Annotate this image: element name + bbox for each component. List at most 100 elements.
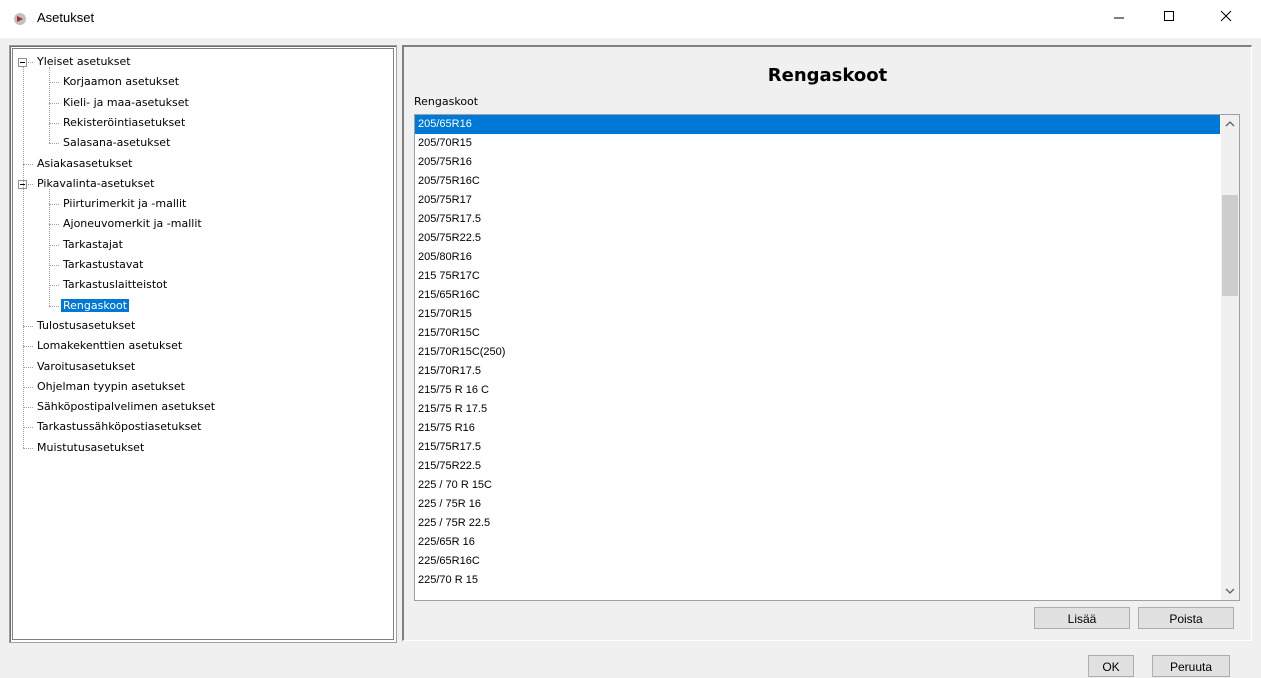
tree-item-label: Kieli- ja maa-asetukset bbox=[63, 95, 189, 109]
tree-connector bbox=[49, 244, 59, 246]
tree-connector bbox=[23, 427, 33, 429]
list-item[interactable]: 215/75 R16 bbox=[415, 419, 1215, 438]
list-item[interactable]: 205/70R15 bbox=[415, 134, 1215, 153]
tree-connector bbox=[49, 122, 59, 124]
tree-connector bbox=[49, 305, 59, 307]
list-scrollbar[interactable] bbox=[1221, 115, 1239, 600]
tree-item[interactable]: Tarkastussähköpostiasetukset bbox=[35, 418, 204, 436]
list-item[interactable]: 215/75R17.5 bbox=[415, 438, 1215, 457]
tree-item-label: Tarkastajat bbox=[63, 237, 123, 251]
tree-item-label: Tarkastustavat bbox=[63, 258, 144, 271]
tree-item[interactable]: Salasana-asetukset bbox=[61, 134, 172, 152]
minimize-icon bbox=[1114, 17, 1124, 19]
close-button[interactable] bbox=[1203, 0, 1249, 32]
tree-item-label: Lomakekenttien asetukset bbox=[37, 339, 183, 353]
tire-sizes-panel: Rengaskoot Rengaskoot 205/65R16 205/70R15… bbox=[402, 45, 1252, 641]
tree-item-label: Tarkastussähköpostiasetukset bbox=[37, 420, 202, 434]
list-item[interactable]: 215/65R16C bbox=[415, 286, 1215, 305]
tree-connector bbox=[49, 224, 59, 226]
remove-button[interactable]: Poista bbox=[1138, 607, 1234, 629]
list-item[interactable]: 225/70 R 15 bbox=[415, 571, 1215, 590]
list-item[interactable]: 215/70R15C bbox=[415, 324, 1215, 343]
tree-item[interactable]: Lomakekenttien asetukset bbox=[35, 337, 184, 355]
close-icon bbox=[1220, 10, 1232, 22]
tree-item-label: Korjaamon asetukset bbox=[63, 75, 180, 89]
tree-item-label: Sähköpostipalvelimen asetukset bbox=[37, 400, 216, 414]
list-item[interactable]: 225/65R16C bbox=[415, 552, 1215, 571]
window-title: Asetukset bbox=[37, 10, 95, 25]
tree-item[interactable]: Piirturimerkit ja -mallit bbox=[61, 195, 188, 213]
maximize-icon bbox=[1164, 11, 1174, 21]
list-item[interactable]: 225 / 70 R 15C bbox=[415, 476, 1215, 495]
tree-item[interactable]: Pikavalinta-asetukset bbox=[35, 175, 156, 193]
tree-item[interactable]: Tarkastuslaitteistot bbox=[61, 276, 169, 294]
tree-item-label: Ohjelman tyypin asetukset bbox=[37, 379, 185, 393]
list-item[interactable]: 215/75 R 16 C bbox=[415, 381, 1215, 400]
tire-size-list[interactable]: 205/65R16 205/70R15 205/75R16 205/75R16C 205… bbox=[414, 114, 1240, 601]
tree-item-label: Rengaskoot bbox=[61, 298, 130, 312]
tree-item[interactable]: Ohjelman tyypin asetukset bbox=[35, 378, 187, 396]
list-item[interactable]: 215/70R15C(250) bbox=[415, 343, 1215, 362]
tree-item-label: Rekisteröintiasetukset bbox=[63, 115, 186, 129]
maximize-button[interactable] bbox=[1146, 0, 1192, 32]
scroll-thumb[interactable] bbox=[1222, 195, 1238, 296]
tree-item[interactable]: Tulostusasetukset bbox=[35, 317, 137, 335]
tree-item[interactable]: Rengaskoot bbox=[61, 297, 130, 315]
tree-connector bbox=[49, 285, 59, 287]
tree-connector bbox=[23, 346, 33, 348]
add-button[interactable]: Lisää bbox=[1034, 607, 1130, 629]
tree-connector bbox=[23, 325, 33, 327]
tree-connector bbox=[23, 163, 33, 165]
list-item[interactable]: 215/75R22.5 bbox=[415, 457, 1215, 476]
ok-button[interactable]: OK bbox=[1088, 655, 1134, 677]
scroll-down-button[interactable] bbox=[1221, 582, 1239, 600]
list-item[interactable]: 205/75R17 bbox=[415, 191, 1215, 210]
tree-item[interactable]: Rekisteröintiasetukset bbox=[61, 114, 187, 132]
tree-connector bbox=[49, 102, 59, 104]
list-item[interactable]: 205/75R22.5 bbox=[415, 229, 1215, 248]
tree-item-label: Ajoneuvomerkit ja -mallit bbox=[63, 217, 202, 231]
cancel-button[interactable]: Peruuta bbox=[1152, 655, 1230, 677]
tree-connector bbox=[49, 82, 59, 84]
collapse-icon[interactable] bbox=[18, 58, 27, 67]
tree-connector bbox=[49, 143, 59, 145]
tree-item-label: Pikavalinta-asetukset bbox=[37, 176, 155, 190]
tree-item-label: Salasana-asetukset bbox=[63, 136, 171, 150]
list-item[interactable]: 205/80R16 bbox=[415, 248, 1215, 267]
list-item[interactable]: 225 / 75R 22.5 bbox=[415, 514, 1215, 533]
chevron-up-icon bbox=[1225, 121, 1235, 127]
tree-connector bbox=[23, 366, 33, 368]
tree-connector bbox=[23, 386, 33, 388]
list-item[interactable]: 205/65R16 bbox=[415, 115, 1220, 134]
list-item[interactable]: 215/75 R 17.5 bbox=[415, 400, 1215, 419]
tree-item[interactable]: Ajoneuvomerkit ja -mallit bbox=[61, 215, 204, 233]
tree-item-label: Varoitusasetukset bbox=[37, 359, 136, 373]
tree-item[interactable]: Muistutusasetukset bbox=[35, 439, 146, 457]
tree-item-label: Asiakasasetukset bbox=[37, 156, 133, 170]
settings-tree[interactable]: Yleiset asetukset Korjaamon asetukset Kiel… bbox=[12, 48, 394, 640]
list-item[interactable]: 205/75R16C bbox=[415, 172, 1215, 191]
tree-connector bbox=[23, 447, 33, 449]
tree-item[interactable]: Korjaamon asetukset bbox=[61, 73, 181, 91]
tree-connector bbox=[23, 407, 33, 409]
tree-item[interactable]: Kieli- ja maa-asetukset bbox=[61, 94, 191, 112]
tree-item-label: Muistutusasetukset bbox=[37, 440, 145, 454]
scroll-up-button[interactable] bbox=[1221, 115, 1239, 133]
tree-item[interactable]: Tarkastajat bbox=[61, 236, 125, 254]
minimize-button[interactable] bbox=[1096, 0, 1142, 32]
tree-item[interactable]: Sähköpostipalvelimen asetukset bbox=[35, 398, 217, 416]
list-item[interactable]: 205/75R16 bbox=[415, 153, 1215, 172]
list-item[interactable]: 225 / 75R 16 bbox=[415, 495, 1215, 514]
tree-item-label: Tulostusasetukset bbox=[37, 318, 136, 332]
list-item[interactable]: 215/70R15 bbox=[415, 305, 1215, 324]
tree-connector bbox=[23, 67, 24, 448]
list-item[interactable]: 225/65R 16 bbox=[415, 533, 1215, 552]
list-item[interactable]: 215/70R17.5 bbox=[415, 362, 1215, 381]
list-item[interactable]: 205/75R17.5 bbox=[415, 210, 1215, 229]
tree-item[interactable]: Asiakasasetukset bbox=[35, 155, 134, 173]
list-item[interactable]: 215 75R17C bbox=[415, 267, 1215, 286]
list-label: Rengaskoot bbox=[414, 95, 479, 108]
tree-item[interactable]: Tarkastustavat bbox=[61, 256, 145, 274]
tree-item[interactable]: Varoitusasetukset bbox=[35, 358, 137, 376]
chevron-down-icon bbox=[1225, 588, 1235, 594]
